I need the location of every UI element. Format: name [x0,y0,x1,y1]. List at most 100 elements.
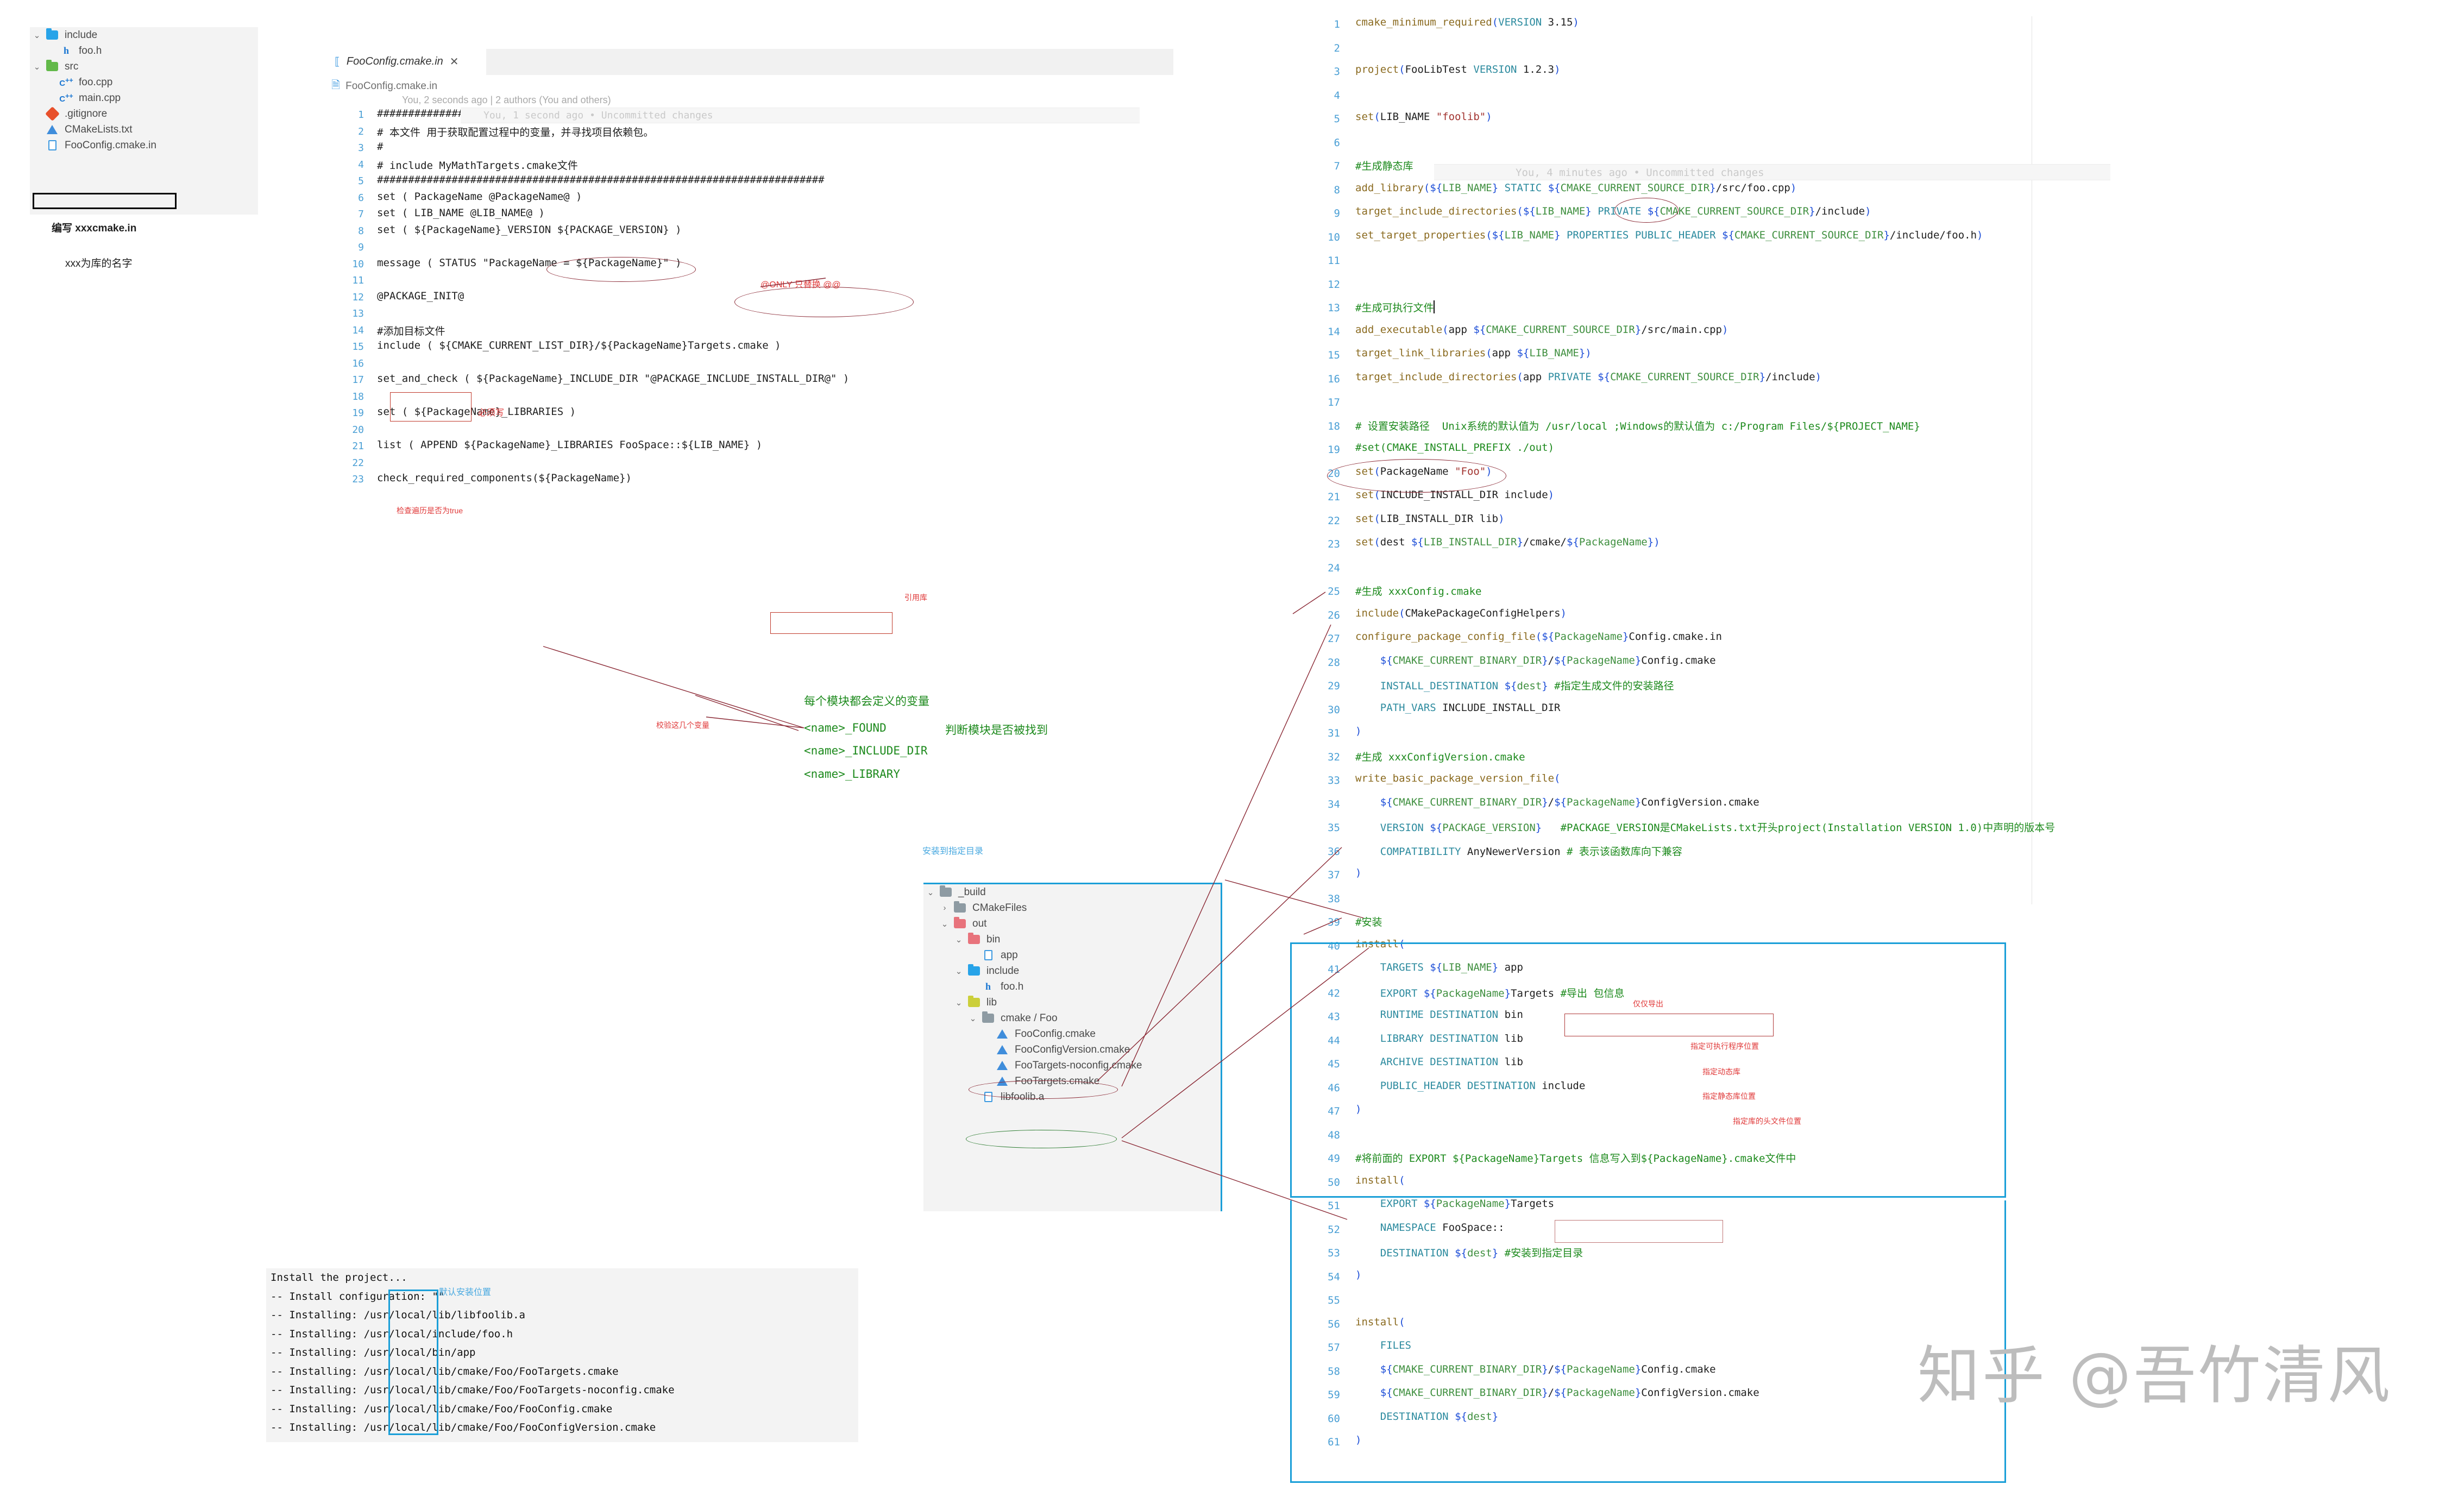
code-line[interactable]: 18 # 设置安装路径 Unix系统的默认值为 /usr/local ;Windo… [1301,418,2463,442]
code-line[interactable]: 61) [1301,1434,2463,1458]
code-line[interactable]: 8 add_library(${LIB_NAME} STATIC ${CMAKE_… [1301,182,2463,206]
buildtree-item-include[interactable]: ⌄ include [923,963,1222,979]
code-line[interactable]: 30 PATH_VARS INCLUDE_INSTALL_DIR [1301,702,2463,726]
code-line[interactable]: 50 install( [1301,1174,2463,1198]
code-line[interactable]: 41 TARGETS ${LIB_NAME} app [1301,961,2463,985]
code-line[interactable]: 53 DESTINATION ${dest} #安装到指定目录 [1301,1245,2463,1269]
code-line[interactable]: 20 [326,423,1173,439]
code-line[interactable]: 11 [1301,253,2463,276]
code-line[interactable]: 38 [1301,891,2463,915]
explorer-tree[interactable]: ⌄ include h foo.h ⌄ src C++ foo.cpp C++ main.cpp.… [30,27,258,153]
code-line[interactable]: 14 #添加目标文件 [326,323,1173,340]
code-line[interactable]: 8 set ( ${PackageName}_VERSION ${PACKAGE_… [326,224,1173,241]
breadcrumb[interactable]: 🗎 FooConfig.cmake.in [331,77,437,96]
code-line[interactable]: 11 [326,273,1173,290]
code-line[interactable]: 39 #安装 [1301,914,2463,938]
code-line[interactable]: 25 #生成 xxxConfig.cmake [1301,583,2463,607]
chevron-down-icon[interactable]: ⌄ [952,935,966,945]
explorer-item-fooconfig-cmake-in[interactable]: FooConfig.cmake.in [30,137,258,153]
buildtree-item-cmake-foo[interactable]: ⌄ cmake / Foo [923,1010,1222,1026]
code-line[interactable]: 36 COMPATIBILITY AnyNewerVersion # 表示该函数… [1301,844,2463,867]
chevron-right-icon[interactable]: › [938,903,952,913]
chevron-down-icon[interactable]: ⌄ [30,30,44,40]
code-line[interactable]: 22 [326,456,1173,473]
code-line[interactable]: 9 You, 1 second ago • Uncommitted changes [326,108,1173,257]
buildtree-item--build[interactable]: ⌄ _build [923,884,1222,900]
code-line[interactable]: 24 [1301,560,2463,584]
code-line[interactable]: 51 EXPORT ${PackageName}Targets [1301,1198,2463,1222]
code-line[interactable]: 2 # 本文件 用于获取配置过程中的变量，并寻找项目依赖包。 [326,124,1173,141]
code-line[interactable]: 15 target_link_libraries(app ${LIB_NAME}) [1301,347,2463,371]
code-line[interactable]: 1 cmake_minimum_required(VERSION 3.15) [1301,16,2463,40]
explorer-item--gitignore[interactable]: .gitignore [30,106,258,122]
code-line[interactable]: 4 # include MyMathTargets.cmake文件 [326,158,1173,174]
code-line[interactable]: 12 [1301,276,2463,300]
code-line[interactable]: 21 set(INCLUDE_INSTALL_DIR include) [1301,489,2463,513]
code-line[interactable]: 45 ARCHIVE DESTINATION lib [1301,1056,2463,1080]
code-line[interactable]: 19 #set(CMAKE_INSTALL_PREFIX ./out) [1301,442,2463,466]
code-line[interactable]: 23 set(dest ${LIB_INSTALL_DIR}/cmake/${Pa… [1301,536,2463,560]
chevron-down-icon[interactable]: ⌄ [923,888,938,897]
code-line[interactable]: 17 [1301,394,2463,418]
code-line[interactable]: 52 NAMESPACE FooSpace:: [1301,1222,2463,1246]
code-line[interactable]: 16 target_include_directories(app PRIVATE… [1301,371,2463,395]
code-line[interactable]: 15 include ( ${CMAKE_CURRENT_LIST_DIR}/${… [326,339,1173,356]
chevron-down-icon[interactable]: ⌄ [938,919,952,929]
code-line[interactable]: 5 #######################################… [326,174,1173,191]
buildtree-item-app[interactable]: app [923,947,1222,963]
code-line[interactable]: 48 [1301,1127,2463,1151]
code-line[interactable]: 28 ${CMAKE_CURRENT_BINARY_DIR}/${Package… [1301,655,2463,678]
buildtree-item-lib[interactable]: ⌄ lib [923,995,1222,1010]
chevron-down-icon[interactable]: ⌄ [952,998,966,1008]
code-line[interactable]: 9 target_include_directories(${LIB_NAME} … [1301,205,2463,229]
code-line[interactable]: 42 EXPORT ${PackageName}Targets #导出 包信息 [1301,985,2463,1009]
explorer-item-main-cpp[interactable]: C++ main.cpp [30,90,258,106]
code-line[interactable]: 31) [1301,725,2463,749]
code-line[interactable]: 49 #将前面的 EXPORT ${PackageName}Targets 信息写… [1301,1150,2463,1174]
code-line[interactable]: 47) [1301,1103,2463,1127]
buildtree-item-footargets-noconfig-cmake[interactable]: FooTargets-noconfig.cmake [923,1058,1222,1073]
right-editor-pane[interactable]: 1 cmake_minimum_required(VERSION 3.15) 2 3 p… [1290,16,2463,1488]
code-line[interactable]: 27 configure_package_config_file(${Packag… [1301,631,2463,655]
buildtree-item-foo-h[interactable]: h foo.h [923,979,1222,995]
buildtree-item-bin[interactable]: ⌄ bin [923,932,1222,947]
editor-tab-fooconfig[interactable]: ⟦ FooConfig.cmake.in ✕ [326,49,468,75]
code-line[interactable]: 44 LIBRARY DESTINATION lib [1301,1033,2463,1056]
left-editor-pane[interactable]: ⟦ FooConfig.cmake.in ✕ 🗎 FooConfig.cmake… [326,49,1173,695]
code-line[interactable]: 32 #生成 xxxConfigVersion.cmake [1301,749,2463,773]
code-line[interactable]: 46 PUBLIC_HEADER DESTINATION include [1301,1080,2463,1104]
code-line[interactable]: 13 #生成可执行文件 [1301,300,2463,324]
code-line[interactable]: 54) [1301,1269,2463,1293]
code-line[interactable]: 34 ${CMAKE_CURRENT_BINARY_DIR}/${Package… [1301,796,2463,820]
code-line[interactable]: 22 set(LIB_INSTALL_DIR lib) [1301,513,2463,537]
code-line[interactable]: 14 add_executable(app ${CMAKE_CURRENT_SOU… [1301,324,2463,348]
code-line[interactable]: 4 [1301,87,2463,111]
buildtree-item-cmakefiles[interactable]: › CMakeFiles [923,900,1222,916]
code-line[interactable]: 23 check_required_components(${PackageNam… [326,472,1173,489]
code-line[interactable]: 10 set_target_properties(${LIB_NAME} PROP… [1301,229,2463,253]
code-line[interactable]: 6 [1301,135,2463,159]
code-line[interactable]: 21 list ( APPEND ${PackageName}_LIBRARIES… [326,439,1173,456]
code-line[interactable]: 6 set ( PackageName @PackageName@ ) [326,191,1173,207]
code-line[interactable]: 10 message ( STATUS "PackageName = ${Pack… [326,257,1173,274]
chevron-down-icon[interactable]: ⌄ [952,966,966,976]
close-icon[interactable]: ✕ [450,55,459,68]
chevron-down-icon[interactable]: ⌄ [30,62,44,72]
code-line[interactable]: 33 write_basic_package_version_file( [1301,772,2463,796]
code-line[interactable]: 35 VERSION ${PACKAGE_VERSION} #PACKAGE_V… [1301,820,2463,844]
buildtree-item-fooconfigversion-cmake[interactable]: FooConfigVersion.cmake [923,1042,1222,1058]
code-line[interactable]: 43 RUNTIME DESTINATION bin [1301,1009,2463,1033]
explorer-item-foo-cpp[interactable]: C++ foo.cpp [30,74,258,90]
code-line[interactable]: 16 [326,356,1173,373]
code-line[interactable]: 26 include(CMakePackageConfigHelpers) [1301,607,2463,631]
code-line[interactable]: 29 INSTALL_DESTINATION ${dest} #指定生成文件的安… [1301,678,2463,702]
code-line[interactable]: 40 install( [1301,938,2463,962]
explorer-item-cmakelists-txt[interactable]: CMakeLists.txt [30,122,258,137]
buildtree-item-fooconfig-cmake[interactable]: FooConfig.cmake [923,1026,1222,1042]
explorer-item-include[interactable]: ⌄ include [30,27,258,43]
buildtree-item-out[interactable]: ⌄ out [923,916,1222,932]
chevron-down-icon[interactable]: ⌄ [966,1014,980,1023]
code-line[interactable]: 55 [1301,1292,2463,1316]
code-line[interactable]: 2 [1301,40,2463,64]
code-line[interactable]: 5 set(LIB_NAME "foolib") [1301,111,2463,135]
